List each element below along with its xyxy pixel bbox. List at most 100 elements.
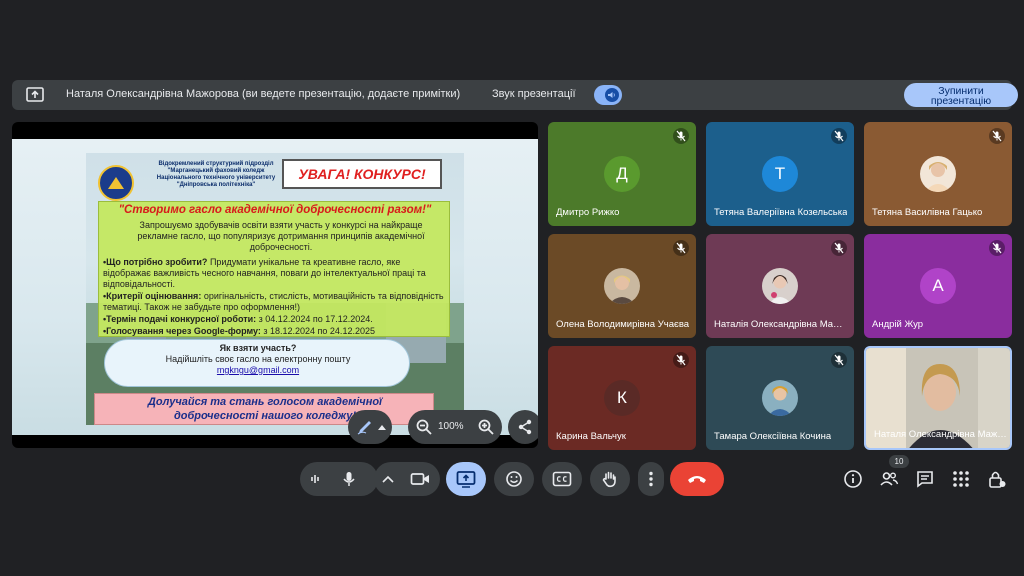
organization-name: Відокремлений структурний підрозділ "Мар… [136, 161, 296, 189]
mic-off-icon [673, 352, 689, 368]
participant-avatar: А [920, 268, 956, 304]
deadline-label: •Термін подачі конкурсної роботи: [103, 314, 257, 324]
zoom-level: 100% [438, 421, 464, 432]
participant-tile[interactable]: К Карина Вальчук [548, 346, 696, 450]
zoom-in-icon[interactable] [478, 419, 494, 435]
participant-name: Тетяна Валеріївна Козельська [714, 207, 848, 218]
zoom-out-icon[interactable] [416, 419, 432, 435]
mic-off-icon [989, 240, 1005, 256]
criteria-row: •Критерії оцінювання: оригінальність, ст… [103, 291, 447, 313]
presentation-sound-toggle[interactable] [594, 85, 622, 105]
pen-icon [357, 421, 371, 435]
mic-off-icon [831, 128, 847, 144]
contest-poster: Відокремлений структурний підрозділ "Мар… [86, 153, 464, 425]
participant-avatar: Т [762, 156, 798, 192]
emoji-icon [506, 471, 522, 487]
stop-presenting-button[interactable]: Зупинити презентацію [904, 83, 1018, 107]
org-line-3: Національного технічного університету [156, 175, 276, 181]
participant-tile[interactable]: Т Тетяна Валеріївна Козельська [706, 122, 854, 226]
share-button[interactable] [508, 410, 538, 444]
present-now-button[interactable] [446, 462, 486, 496]
deadline-row: •Термін подачі конкурсної роботи: з 04.1… [103, 314, 447, 325]
org-line-1: Відокремлений структурний підрозділ [158, 161, 274, 167]
participant-name: Тамара Олексіївна Кочина [714, 431, 832, 442]
task-label: •Що потрібно зробити? [103, 257, 208, 267]
present-screen-icon [26, 87, 44, 102]
raise-hand-icon [602, 471, 616, 488]
participant-tile[interactable]: Тетяна Василівна Гацько [864, 122, 1012, 226]
participant-tile[interactable]: Тамара Олексіївна Кочина [706, 346, 854, 450]
how-hint: Надійшліть своє гасло на електронну пошт… [165, 354, 351, 364]
camera-control-group [374, 462, 440, 496]
mic-off-icon [831, 352, 847, 368]
participant-tile[interactable]: А Андрій Жур [864, 234, 1012, 338]
chevron-up-icon[interactable] [382, 474, 394, 484]
participant-name: Олена Володимирівна Учаєва [556, 319, 690, 330]
participant-tile[interactable]: Олена Володимирівна Учаєва [548, 234, 696, 338]
present-screen-icon [456, 471, 476, 488]
activities-grid-icon[interactable] [951, 469, 971, 489]
more-vertical-icon [649, 471, 653, 487]
participant-name: Тетяна Василівна Гацько [872, 207, 983, 218]
captions-button[interactable] [542, 462, 582, 496]
participant-name: Наталя Олександрівна Мажорова [874, 429, 1008, 440]
mic-off-icon [673, 240, 689, 256]
audio-level-icon[interactable] [310, 472, 324, 486]
raise-hand-button[interactable] [590, 462, 630, 496]
zoom-controls: 100% [408, 410, 502, 444]
speaker-icon [608, 92, 615, 98]
people-icon[interactable] [879, 469, 899, 489]
vote-text: з 18.12.2024 по 24.12.2025 [260, 326, 375, 336]
org-line-2: "Марганецький фаховий коледж [167, 168, 265, 174]
participant-tile[interactable]: Наталія Олександрівна Мажорова [706, 234, 854, 338]
contact-email-link[interactable]: mgkngu@gmail.com [105, 365, 411, 375]
leave-call-button[interactable] [670, 462, 724, 496]
participant-count-badge: 10 [889, 455, 909, 468]
participant-name: Наталія Олександрівна Мажорова [714, 319, 848, 330]
mic-off-icon [989, 128, 1005, 144]
participant-photo [604, 268, 640, 304]
caret-up-icon [378, 425, 386, 430]
presentation-sound-label: Звук презентації [492, 88, 576, 100]
contest-alert-title: УВАГА! КОНКУРС! [282, 159, 442, 189]
meeting-info-icon[interactable] [843, 469, 863, 489]
college-logo [98, 165, 134, 201]
host-controls-lock-icon[interactable] [987, 469, 1007, 489]
mic-off-icon [831, 240, 847, 256]
participant-name: Карина Вальчук [556, 431, 626, 442]
cta-line-1: Долучайся та стань голосом академічної [147, 396, 383, 408]
contest-details-box: "Створимо гасло академічної доброчесност… [98, 201, 450, 337]
participant-tile[interactable]: Д Дмитро Рижко [548, 122, 696, 226]
more-options-button[interactable] [638, 462, 664, 496]
participant-photo [920, 156, 956, 192]
presenter-status-text: Наталя Олександрівна Мажорова (ви ведете… [66, 88, 461, 100]
how-to-participate-cloud: Як взяти участь? Надійшліть своє гасло н… [104, 339, 410, 387]
contest-slogan: "Створимо гасло академічної доброчесност… [118, 204, 432, 216]
chat-icon[interactable] [915, 469, 935, 489]
reactions-button[interactable] [494, 462, 534, 496]
participant-name: Дмитро Рижко [556, 207, 620, 218]
vote-row: •Голосування через Google-форму: з 18.12… [103, 326, 447, 337]
participant-photo [762, 380, 798, 416]
microphone-icon[interactable] [340, 470, 358, 488]
hang-up-icon [688, 476, 706, 483]
camera-icon[interactable] [410, 470, 430, 488]
participant-name: Андрій Жур [872, 319, 924, 330]
self-view-tile[interactable]: Наталя Олександрівна Мажорова [864, 346, 1012, 450]
closed-captions-icon [552, 471, 572, 487]
how-question: Як взяти участь? [219, 343, 297, 353]
contest-intro: Запрошуємо здобувачів освіти взяти участ… [137, 220, 425, 252]
shared-screen: Відокремлений структурний підрозділ "Мар… [12, 122, 538, 448]
task-row: •Що потрібно зробити? Придумати унікальн… [103, 257, 447, 290]
annotation-pen-button[interactable] [348, 410, 392, 444]
criteria-label: •Критерії оцінювання: [103, 291, 202, 301]
toggle-knob [605, 88, 619, 102]
participant-photo [762, 268, 798, 304]
org-line-4: "Дніпровська політехніка" [176, 182, 256, 188]
presenting-banner: Наталя Олександрівна Мажорова (ви ведете… [12, 80, 1018, 110]
stop-button-line2: презентацію [930, 95, 992, 107]
participant-avatar: Д [604, 156, 640, 192]
participant-avatar: К [604, 380, 640, 416]
deadline-text: з 04.12.2024 по 17.12.2024. [256, 314, 373, 324]
share-icon [518, 419, 532, 435]
